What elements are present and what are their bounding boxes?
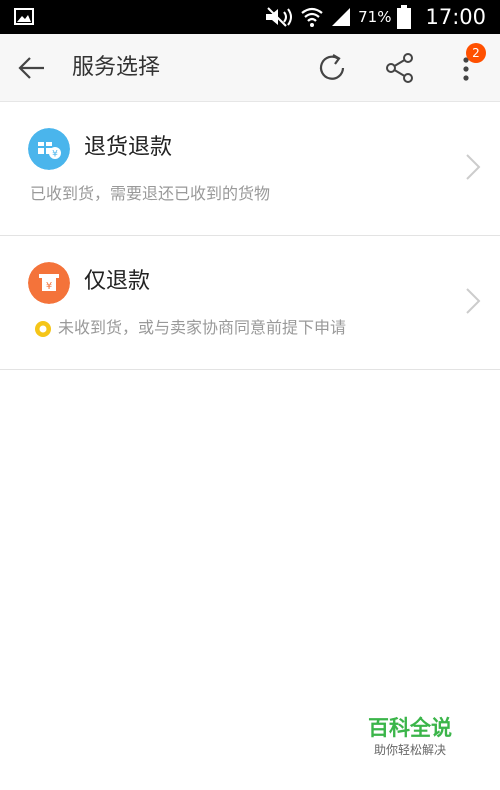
status-bar: 71% 17:00 bbox=[0, 0, 500, 34]
option-description: 未收到货，或与卖家协商同意前提下申请 bbox=[58, 318, 347, 337]
share-icon[interactable] bbox=[384, 52, 416, 84]
gallery-icon bbox=[14, 8, 34, 25]
battery-percent: 71% bbox=[358, 8, 392, 26]
chevron-right-icon bbox=[466, 288, 481, 314]
tip-dot-icon bbox=[35, 321, 51, 337]
clock: 17:00 bbox=[425, 5, 486, 29]
atm-yuan-icon: ¥ bbox=[28, 262, 70, 304]
option-description: 已收到货，需要退还已收到的货物 bbox=[30, 184, 271, 203]
watermark-main: 百科全说 bbox=[368, 716, 452, 740]
status-right: 71% 17:00 bbox=[264, 0, 486, 34]
page-title: 服务选择 bbox=[72, 55, 161, 80]
battery-icon bbox=[397, 5, 412, 29]
signal-icon bbox=[332, 8, 351, 26]
watermark-sub: 助你轻松解决 bbox=[373, 743, 446, 757]
app-bar: 服务选择 2 bbox=[0, 34, 500, 102]
nfc-mute-icon bbox=[266, 7, 293, 27]
refresh-icon[interactable] bbox=[316, 52, 348, 84]
notification-badge: 2 bbox=[466, 43, 486, 63]
option-title: 退货退款 bbox=[84, 135, 173, 160]
option-refund-only[interactable]: ¥ 仅退款 未收到货，或与卖家协商同意前提下申请 bbox=[0, 236, 500, 370]
option-return-and-refund[interactable]: ¥ 退货退款 已收到货，需要退还已收到的货物 bbox=[0, 102, 500, 236]
svg-text:¥: ¥ bbox=[46, 281, 52, 292]
watermark: 百科全说 助你轻松解决 bbox=[360, 714, 460, 758]
gift-yuan-icon: ¥ bbox=[28, 128, 70, 170]
option-title: 仅退款 bbox=[84, 269, 151, 294]
wifi-icon bbox=[301, 7, 323, 27]
svg-text:¥: ¥ bbox=[52, 150, 58, 160]
back-arrow-icon[interactable] bbox=[16, 54, 48, 82]
chevron-right-icon bbox=[466, 154, 481, 180]
